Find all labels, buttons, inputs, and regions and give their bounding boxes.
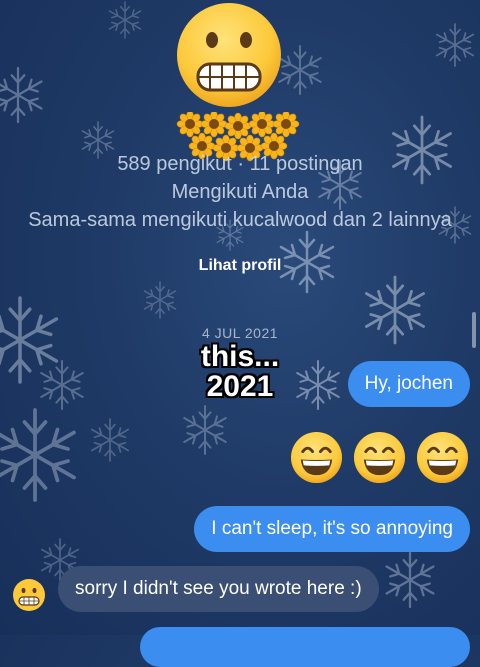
grinning-face-with-smiling-eyes-icon (353, 431, 406, 484)
date-separator: 4 JUL 2021 (201, 325, 279, 341)
profile-stats: 589 pengikut · 11 postingan (117, 153, 363, 175)
emoji-message[interactable] (289, 430, 470, 485)
message-bubble-incoming[interactable]: sorry I didn't see you wrote here :) (58, 566, 379, 612)
profile-header: 589 pengikut · 11 postingan Mengikuti An… (0, 150, 480, 234)
message-bubble-outgoing[interactable]: I can't sleep, it's so annoying (194, 506, 470, 552)
overlay-caption-line-2: 2021 (206, 370, 274, 403)
view-profile-button[interactable]: Lihat profil (165, 250, 315, 282)
grinning-face-with-smiling-eyes-icon (290, 431, 343, 484)
overlay-caption-line-1: this... (200, 340, 280, 373)
message-bubble-outgoing[interactable]: Hy, jochen (347, 361, 470, 407)
follow-status: Mengikuti Anda (171, 181, 309, 203)
message-bubble-outgoing-partial[interactable] (140, 627, 470, 667)
mutual-followers: Sama-sama mengikuti kucalwood dan 2 lain… (28, 209, 452, 231)
overlay-caption: this... 2021 (170, 342, 310, 402)
grimacing-face-icon[interactable] (12, 578, 46, 612)
grimacing-face-icon (177, 3, 281, 107)
grinning-face-with-smiling-eyes-icon (416, 431, 469, 484)
